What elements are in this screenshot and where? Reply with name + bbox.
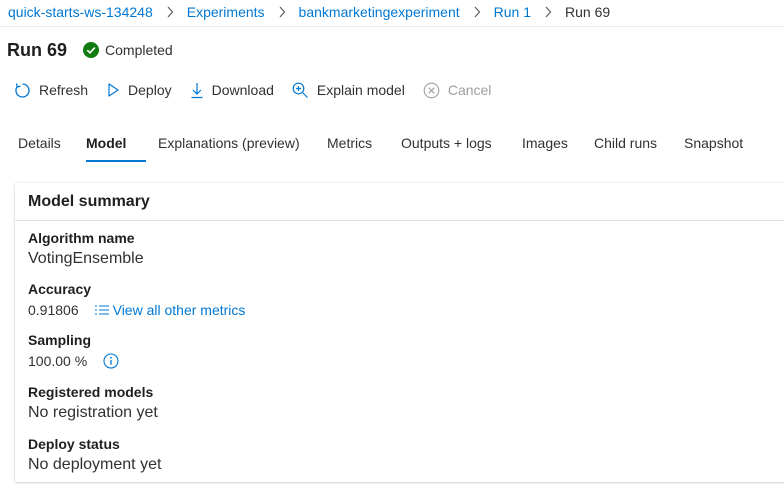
checkmark-circle-icon [83, 42, 100, 58]
chevron-right-icon [531, 6, 565, 18]
refresh-button[interactable]: Refresh [14, 82, 88, 99]
cancel-button[interactable]: Cancel [423, 82, 492, 99]
sampling-field: Sampling 100.00 % [28, 331, 119, 372]
status-badge: Completed [83, 42, 173, 58]
sampling-label: Sampling [28, 332, 92, 348]
tab-outputs-logs[interactable]: Outputs + logs [401, 135, 492, 151]
play-icon [108, 83, 119, 97]
chevron-right-icon [460, 6, 494, 18]
explain-model-label: Explain model [316, 82, 405, 98]
title-row: Run 69 Completed [7, 38, 173, 62]
page-title: Run 69 [7, 39, 68, 60]
header-divider [0, 26, 784, 27]
registered-models-label: Registered models [28, 384, 154, 400]
cancel-icon [423, 82, 440, 98]
deploy-label: Deploy [128, 82, 172, 98]
breadcrumb-experiments[interactable]: Experiments [187, 4, 265, 20]
algorithm-field: Algorithm name VotingEnsemble [28, 229, 144, 270]
algorithm-value: VotingEnsemble [28, 250, 144, 267]
download-label: Download [211, 82, 274, 98]
refresh-icon [15, 82, 30, 98]
toolbar: Refresh Deploy Download Explain model Ca… [14, 79, 509, 101]
accuracy-row: 0.91806 View all other metrics [28, 299, 245, 321]
active-tab-indicator [86, 160, 146, 162]
download-icon [191, 82, 203, 98]
accuracy-value: 0.91806 [28, 302, 79, 318]
chevron-right-icon [153, 6, 187, 18]
model-summary-card: Model summary Algorithm name VotingEnsem… [15, 183, 784, 482]
explain-model-button[interactable]: Explain model [292, 82, 405, 99]
sampling-row: 100.00 % [28, 350, 119, 372]
list-icon [94, 305, 109, 315]
accuracy-field: Accuracy 0.91806 View all other metrics [28, 280, 245, 321]
tab-child-runs[interactable]: Child runs [594, 135, 657, 151]
algorithm-label: Algorithm name [28, 230, 135, 246]
breadcrumb-experiment-name[interactable]: bankmarketingexperiment [299, 4, 460, 20]
deploy-status-field: Deploy status No deployment yet [28, 435, 161, 476]
info-icon[interactable] [103, 353, 119, 369]
status-text: Completed [105, 42, 173, 58]
tab-model[interactable]: Model [86, 135, 126, 151]
registered-models-field: Registered models No registration yet [28, 383, 158, 424]
tab-explanations[interactable]: Explanations (preview) [158, 135, 300, 151]
tab-metrics[interactable]: Metrics [327, 135, 372, 151]
cancel-label: Cancel [447, 82, 492, 98]
chevron-right-icon [265, 6, 299, 18]
zoom-in-icon [292, 82, 308, 98]
deploy-button[interactable]: Deploy [106, 82, 172, 98]
view-all-metrics-label: View all other metrics [112, 302, 246, 318]
deploy-status-value: No deployment yet [28, 456, 162, 473]
accuracy-label: Accuracy [28, 281, 92, 297]
tab-images[interactable]: Images [522, 135, 568, 151]
download-button[interactable]: Download [190, 82, 274, 99]
breadcrumb-parent-run[interactable]: Run 1 [494, 4, 531, 20]
tab-details[interactable]: Details [18, 135, 61, 151]
breadcrumb-current-run: Run 69 [565, 4, 611, 20]
deploy-status-label: Deploy status [28, 436, 120, 452]
breadcrumb: quick-starts-ws-134248 Experiments bankm… [8, 2, 610, 22]
registered-models-value: No registration yet [28, 404, 158, 421]
view-all-metrics-link[interactable]: View all other metrics [94, 299, 246, 321]
sampling-value: 100.00 % [28, 353, 88, 369]
refresh-label: Refresh [39, 82, 89, 98]
breadcrumb-workspace[interactable]: quick-starts-ws-134248 [8, 4, 153, 20]
tab-snapshot[interactable]: Snapshot [684, 135, 743, 151]
card-title: Model summary [15, 183, 784, 221]
